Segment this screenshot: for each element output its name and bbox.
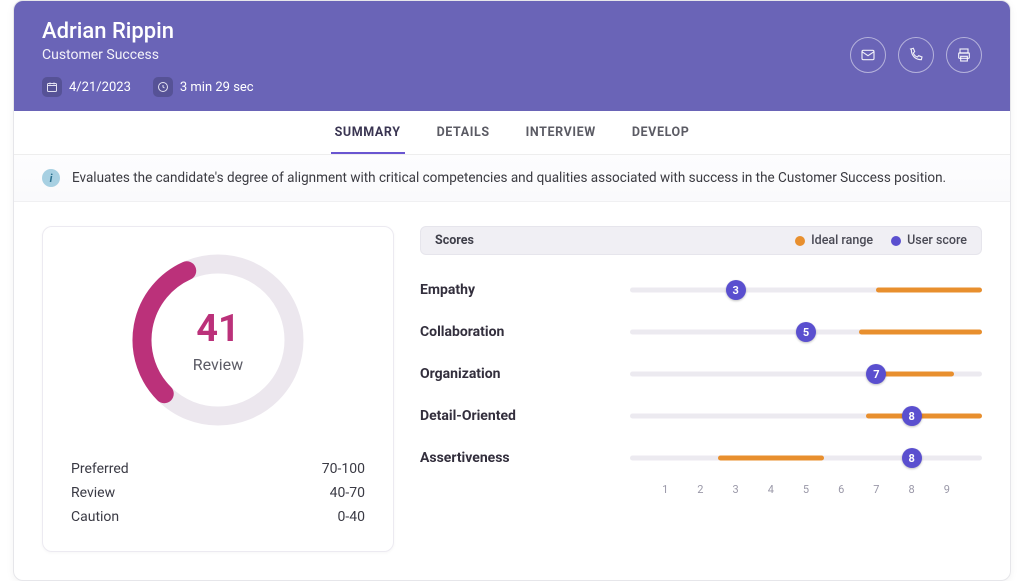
competency-name: Organization bbox=[420, 366, 630, 382]
info-icon: i bbox=[42, 169, 60, 187]
assessment-duration: 3 min 29 sec bbox=[153, 77, 254, 97]
legend-name: Caution bbox=[71, 509, 119, 525]
candidate-role: Customer Success bbox=[42, 47, 982, 63]
legend-range: 40-70 bbox=[330, 485, 365, 501]
legend-range: 70-100 bbox=[322, 461, 365, 477]
competency-name: Assertiveness bbox=[420, 450, 630, 466]
candidate-name: Adrian Rippin bbox=[42, 19, 982, 45]
ideal-range-bar bbox=[859, 330, 982, 335]
axis-tick: 3 bbox=[733, 483, 739, 496]
phone-button[interactable] bbox=[898, 37, 934, 73]
tab-interview[interactable]: INTERVIEW bbox=[522, 111, 600, 154]
duration-value: 3 min 29 sec bbox=[180, 80, 254, 95]
report-tabs: SUMMARY DETAILS INTERVIEW DEVELOP bbox=[14, 111, 1010, 155]
competency-range: 5 bbox=[630, 323, 982, 341]
assessment-date: 4/21/2023 bbox=[42, 77, 131, 97]
ideal-range-bar bbox=[718, 456, 824, 461]
user-score-dot: 8 bbox=[902, 406, 922, 426]
competency-range: 8 bbox=[630, 407, 982, 425]
summary-description: i Evaluates the candidate's degree of al… bbox=[14, 155, 1010, 202]
email-button[interactable] bbox=[850, 37, 886, 73]
axis-tick: 5 bbox=[803, 483, 809, 496]
competency-name: Empathy bbox=[420, 282, 630, 298]
ideal-range-bar bbox=[876, 288, 982, 293]
axis-tick: 6 bbox=[838, 483, 844, 496]
axis-tick: 2 bbox=[697, 483, 703, 496]
print-button[interactable] bbox=[946, 37, 982, 73]
user-score-dot: 7 bbox=[866, 364, 886, 384]
candidate-header: Adrian Rippin Customer Success 4/21/2023… bbox=[14, 1, 1010, 111]
competency-name: Collaboration bbox=[420, 324, 630, 340]
score-bands-legend: Preferred 70-100 Review 40-70 Caution 0-40 bbox=[71, 457, 365, 529]
legend-row: Caution 0-40 bbox=[71, 505, 365, 529]
date-value: 4/21/2023 bbox=[69, 80, 131, 95]
clock-icon bbox=[153, 77, 173, 97]
scores-title: Scores bbox=[435, 233, 474, 248]
competency-range: 3 bbox=[630, 281, 982, 299]
user-score-dot: 5 bbox=[796, 322, 816, 342]
legend-row: Review 40-70 bbox=[71, 481, 365, 505]
legend-name: Preferred bbox=[71, 461, 129, 477]
calendar-icon bbox=[42, 77, 62, 97]
axis-tick: 7 bbox=[873, 483, 879, 496]
legend-name: Review bbox=[71, 485, 115, 501]
user-score-dot: 3 bbox=[726, 280, 746, 300]
tab-develop[interactable]: DEVELOP bbox=[628, 111, 694, 154]
competency-range: 7 bbox=[630, 365, 982, 383]
competency-name: Detail-Oriented bbox=[420, 408, 630, 424]
user-score-dot: 8 bbox=[902, 448, 922, 468]
legend-ideal: Ideal range bbox=[795, 233, 873, 248]
legend-range: 0-40 bbox=[338, 509, 365, 525]
summary-description-text: Evaluates the candidate's degree of alig… bbox=[72, 170, 946, 186]
competency-scores-panel: Scores Ideal range User score Empathy 3 Co… bbox=[420, 226, 982, 552]
axis-tick: 1 bbox=[662, 483, 668, 496]
overall-score-label: Review bbox=[193, 355, 243, 374]
overall-score-card: 41 Review Preferred 70-100 Review 40-70 Caut… bbox=[42, 226, 394, 552]
competency-range: 8 bbox=[630, 449, 982, 467]
ideal-range-bar bbox=[876, 372, 953, 377]
competency-row: Assertiveness 8 bbox=[420, 437, 982, 479]
tab-details[interactable]: DETAILS bbox=[433, 111, 494, 154]
score-axis: 1 2 3 4 5 6 7 8 9 bbox=[630, 483, 982, 497]
ideal-range-bar bbox=[866, 414, 982, 419]
competency-row: Collaboration 5 bbox=[420, 311, 982, 353]
score-gauge: 41 Review bbox=[123, 245, 313, 435]
tab-summary[interactable]: SUMMARY bbox=[331, 111, 405, 154]
legend-user: User score bbox=[891, 233, 967, 248]
competency-row: Detail-Oriented 8 bbox=[420, 395, 982, 437]
overall-score-value: 41 bbox=[196, 307, 240, 351]
axis-tick: 8 bbox=[909, 483, 915, 496]
competency-row: Organization 7 bbox=[420, 353, 982, 395]
axis-tick: 4 bbox=[768, 483, 774, 496]
legend-row: Preferred 70-100 bbox=[71, 457, 365, 481]
competency-row: Empathy 3 bbox=[420, 269, 982, 311]
axis-tick: 9 bbox=[944, 483, 950, 496]
